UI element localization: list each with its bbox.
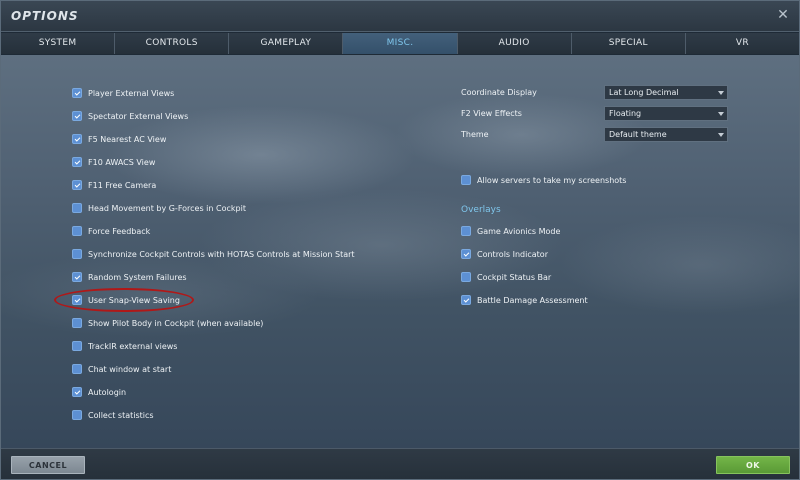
checkbox[interactable] <box>72 295 82 305</box>
checkbox[interactable] <box>72 180 82 190</box>
option-label: Player External Views <box>88 88 175 98</box>
collect-statistics-option[interactable]: Collect statistics <box>72 408 154 422</box>
f5-nearest-ac-view-option[interactable]: F5 Nearest AC View <box>72 132 166 146</box>
option-label: F5 Nearest AC View <box>88 134 167 144</box>
checkmark-icon <box>74 112 80 119</box>
option-label: Show Pilot Body in Cockpit (when availab… <box>88 318 264 328</box>
allow-screenshots-option[interactable]: Allow servers to take my screenshots <box>461 173 626 187</box>
option-label: Autologin <box>88 387 127 397</box>
option-label: Collect statistics <box>88 410 154 420</box>
tab-audio[interactable]: AUDIO <box>457 33 572 54</box>
ok-button[interactable]: OK <box>716 456 790 474</box>
checkmark-icon <box>74 273 80 280</box>
coordinate-display-select[interactable]: Lat Long Decimal <box>604 85 728 100</box>
option-label: F11 Free Camera <box>88 180 157 190</box>
title-bar: OPTIONS ✕ <box>1 1 799 32</box>
checkbox[interactable] <box>461 272 471 282</box>
option-label: Chat window at start <box>88 364 172 374</box>
battle-damage-assessment-option[interactable]: Battle Damage Assessment <box>461 293 588 307</box>
overlays-section-title: Overlays <box>461 205 501 215</box>
checkmark-icon <box>74 181 80 188</box>
checkbox[interactable] <box>461 226 471 236</box>
checkbox[interactable] <box>72 226 82 236</box>
checkbox[interactable] <box>72 272 82 282</box>
tab-vr[interactable]: VR <box>685 33 799 54</box>
checkmark-icon <box>74 135 80 142</box>
tab-system[interactable]: SYSTEM <box>1 33 116 54</box>
option-label: Synchronize Cockpit Controls with HOTAS … <box>88 249 355 259</box>
chevron-down-icon <box>718 91 724 95</box>
tab-gameplay[interactable]: GAMEPLAY <box>229 33 344 54</box>
tab-controls[interactable]: CONTROLS <box>115 33 230 54</box>
select-value: Lat Long Decimal <box>609 88 679 97</box>
checkbox[interactable] <box>72 88 82 98</box>
select-value: Floating <box>609 109 642 118</box>
game-avionics-mode-option[interactable]: Game Avionics Mode <box>461 224 560 238</box>
head-movement-g-forces-option[interactable]: Head Movement by G-Forces in Cockpit <box>72 201 246 215</box>
options-window: OPTIONS ✕ SYSTEM CONTROLS GAMEPLAY MISC.… <box>0 0 800 480</box>
f2-view-effects-label: F2 View Effects <box>461 109 522 118</box>
option-label: F10 AWACS View <box>88 157 156 167</box>
coordinate-display-label: Coordinate Display <box>461 88 537 97</box>
option-label: Force Feedback <box>88 226 151 236</box>
trackir-external-views-option[interactable]: TrackIR external views <box>72 339 177 353</box>
option-label: Allow servers to take my screenshots <box>477 175 627 185</box>
checkbox[interactable] <box>72 387 82 397</box>
checkbox[interactable] <box>461 175 471 185</box>
checkbox[interactable] <box>72 318 82 328</box>
footer-bar: CANCEL OK <box>1 448 799 479</box>
tab-bar: SYSTEM CONTROLS GAMEPLAY MISC. AUDIO SPE… <box>1 33 799 54</box>
option-label: User Snap-View Saving <box>88 295 180 305</box>
option-label: Battle Damage Assessment <box>477 295 588 305</box>
controls-indicator-option[interactable]: Controls Indicator <box>461 247 548 261</box>
checkmark-icon <box>463 296 469 303</box>
synchronize-cockpit-controls-option[interactable]: Synchronize Cockpit Controls with HOTAS … <box>72 247 355 261</box>
f10-awacs-view-option[interactable]: F10 AWACS View <box>72 155 155 169</box>
checkmark-icon <box>74 89 80 96</box>
select-value: Default theme <box>609 130 667 139</box>
autologin-option[interactable]: Autologin <box>72 385 126 399</box>
checkbox[interactable] <box>72 157 82 167</box>
f2-view-effects-select[interactable]: Floating <box>604 106 728 121</box>
checkbox[interactable] <box>72 203 82 213</box>
chevron-down-icon <box>718 133 724 137</box>
checkmark-icon <box>463 250 469 257</box>
option-label: Cockpit Status Bar <box>477 272 552 282</box>
spectator-external-views-option[interactable]: Spectator External Views <box>72 109 188 123</box>
chat-window-at-start-option[interactable]: Chat window at start <box>72 362 171 376</box>
show-pilot-body-option[interactable]: Show Pilot Body in Cockpit (when availab… <box>72 316 263 330</box>
tab-special[interactable]: SPECIAL <box>571 33 686 54</box>
option-label: Random System Failures <box>88 272 187 282</box>
random-system-failures-option[interactable]: Random System Failures <box>72 270 187 284</box>
option-label: Game Avionics Mode <box>477 226 561 236</box>
user-snap-view-saving-option[interactable]: User Snap-View Saving <box>72 293 180 307</box>
misc-options-panel: Player External Views Spectator External… <box>1 55 799 448</box>
checkbox[interactable] <box>461 295 471 305</box>
f11-free-camera-option[interactable]: F11 Free Camera <box>72 178 156 192</box>
checkbox[interactable] <box>72 249 82 259</box>
window-title: OPTIONS <box>11 9 79 23</box>
checkbox[interactable] <box>72 341 82 351</box>
checkbox[interactable] <box>72 134 82 144</box>
force-feedback-option[interactable]: Force Feedback <box>72 224 150 238</box>
cancel-button[interactable]: CANCEL <box>11 456 85 474</box>
player-external-views-option[interactable]: Player External Views <box>72 86 174 100</box>
close-icon[interactable]: ✕ <box>775 7 791 23</box>
checkmark-icon <box>74 158 80 165</box>
checkmark-icon <box>74 388 80 395</box>
option-label: TrackIR external views <box>88 341 178 351</box>
chevron-down-icon <box>718 112 724 116</box>
tab-misc[interactable]: MISC. <box>343 33 458 54</box>
theme-select[interactable]: Default theme <box>604 127 728 142</box>
checkmark-icon <box>74 296 80 303</box>
checkbox[interactable] <box>72 111 82 121</box>
option-label: Spectator External Views <box>88 111 189 121</box>
checkbox[interactable] <box>72 410 82 420</box>
option-label: Head Movement by G-Forces in Cockpit <box>88 203 246 213</box>
cockpit-status-bar-option[interactable]: Cockpit Status Bar <box>461 270 551 284</box>
option-label: Controls Indicator <box>477 249 548 259</box>
checkbox[interactable] <box>461 249 471 259</box>
theme-label: Theme <box>461 130 489 139</box>
checkbox[interactable] <box>72 364 82 374</box>
